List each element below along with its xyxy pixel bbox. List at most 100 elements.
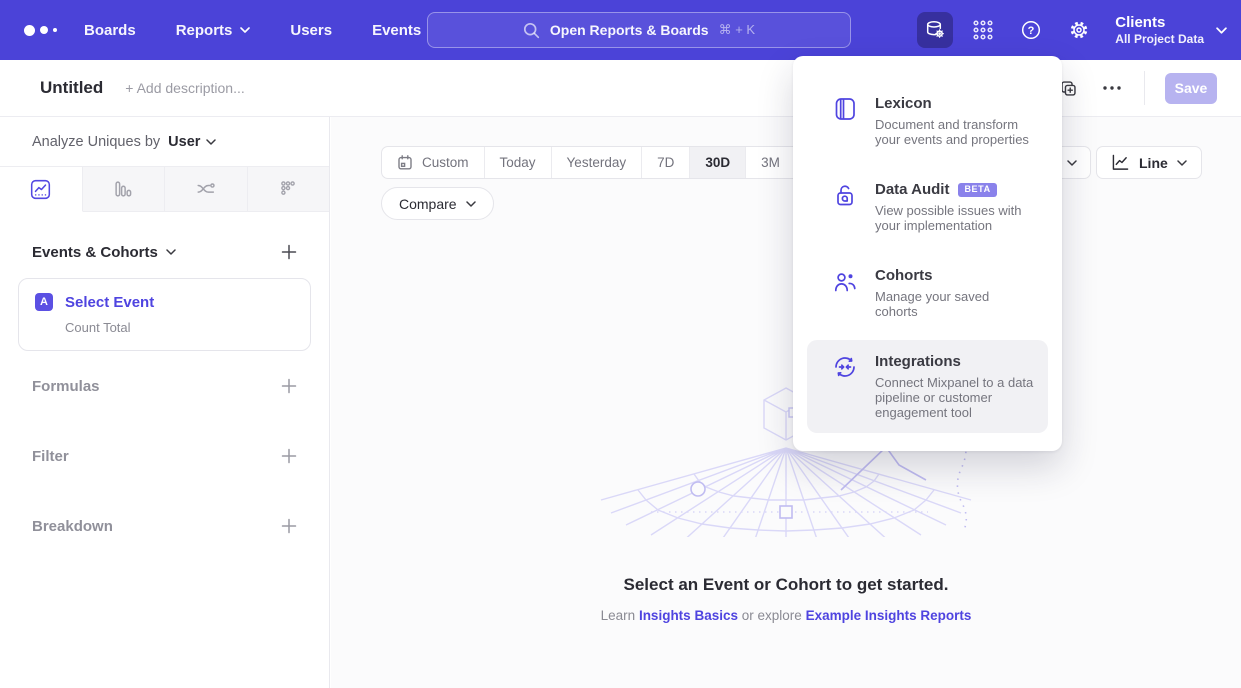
analyze-value: User bbox=[168, 134, 200, 150]
dots-pyramid-icon bbox=[277, 178, 299, 200]
tab-line-chart[interactable] bbox=[0, 167, 83, 212]
data-management-menu: Lexicon Document and transform your even… bbox=[793, 56, 1062, 451]
breakdown-label: Breakdown bbox=[32, 518, 113, 535]
search-shortcut: ⌘ + K bbox=[719, 22, 756, 38]
tab-bar-chart[interactable] bbox=[83, 167, 166, 212]
line-chart-icon bbox=[29, 178, 52, 201]
grid-dots-icon bbox=[971, 18, 995, 42]
add-event-button[interactable] bbox=[279, 242, 299, 262]
menu-item-lexicon[interactable]: Lexicon Document and transform your even… bbox=[807, 82, 1048, 160]
range-custom[interactable]: Custom bbox=[382, 147, 485, 178]
bar-chart-icon bbox=[112, 178, 134, 200]
navbar-right: ? Clients All Project Data bbox=[905, 12, 1227, 48]
filter-label: Filter bbox=[32, 448, 69, 465]
chevron-down-icon bbox=[240, 27, 250, 33]
event-card[interactable]: A Select Event Count Total bbox=[18, 278, 311, 351]
nav-item-users[interactable]: Users bbox=[290, 22, 332, 39]
top-navbar: Boards Reports Users Events Open Reports… bbox=[0, 0, 1241, 60]
events-cohorts-header: Events & Cohorts bbox=[32, 242, 299, 262]
chevron-down-icon bbox=[206, 139, 216, 145]
tab-flow-chart[interactable] bbox=[165, 167, 248, 212]
select-event-label[interactable]: Select Event bbox=[65, 294, 154, 311]
flow-sankey-icon bbox=[195, 178, 217, 200]
menu-item-title: Lexicon bbox=[875, 95, 932, 112]
add-formula-button[interactable] bbox=[279, 376, 299, 396]
project-name: Clients bbox=[1115, 14, 1204, 32]
event-badge: A bbox=[35, 293, 53, 311]
menu-item-data-audit[interactable]: Data Audit BETA View possible issues wit… bbox=[807, 168, 1048, 246]
formulas-label: Formulas bbox=[32, 378, 100, 395]
more-options-button[interactable] bbox=[1100, 76, 1124, 100]
range-30d[interactable]: 30D bbox=[690, 147, 746, 178]
empty-state-title: Select an Event or Cohort to get started… bbox=[331, 575, 1241, 595]
report-description-placeholder[interactable]: + Add description... bbox=[125, 80, 244, 96]
save-button[interactable]: Save bbox=[1165, 73, 1217, 104]
event-metric[interactable]: Count Total bbox=[65, 320, 294, 335]
header-divider bbox=[1144, 71, 1145, 105]
nav-item-boards[interactable]: Boards bbox=[84, 22, 136, 39]
range-yesterday[interactable]: Yesterday bbox=[552, 147, 643, 178]
apps-grid-button[interactable] bbox=[965, 12, 1001, 48]
gear-icon bbox=[1067, 18, 1091, 42]
breakdown-section[interactable]: Breakdown bbox=[32, 491, 299, 561]
nav-item-events[interactable]: Events bbox=[372, 22, 421, 39]
ellipsis-icon bbox=[1103, 86, 1121, 90]
compare-button[interactable]: Compare bbox=[381, 187, 494, 220]
menu-item-description: Manage your saved cohorts bbox=[875, 289, 1034, 319]
plus-icon bbox=[281, 518, 297, 534]
data-management-button[interactable] bbox=[917, 12, 953, 48]
project-switcher[interactable]: Clients All Project Data bbox=[1115, 14, 1227, 47]
range-7d[interactable]: 7D bbox=[642, 147, 690, 178]
empty-state-subtitle: Learn Insights Basics or explore Example… bbox=[331, 608, 1241, 623]
nav-item-reports[interactable]: Reports bbox=[176, 22, 251, 39]
chevron-down-icon bbox=[1067, 160, 1077, 166]
plus-icon bbox=[281, 378, 297, 394]
add-filter-button[interactable] bbox=[279, 446, 299, 466]
search-placeholder: Open Reports & Boards bbox=[550, 22, 709, 38]
report-actions: Save bbox=[1056, 60, 1217, 116]
add-breakdown-button[interactable] bbox=[279, 516, 299, 536]
chevron-down-icon bbox=[466, 201, 476, 207]
visualization-tabs bbox=[0, 166, 329, 212]
menu-item-integrations[interactable]: Integrations Connect Mixpanel to a data … bbox=[807, 340, 1048, 433]
plus-icon bbox=[281, 448, 297, 464]
global-search[interactable]: Open Reports & Boards ⌘ + K bbox=[427, 12, 851, 48]
people-icon bbox=[832, 268, 858, 294]
mixpanel-logo[interactable] bbox=[24, 20, 64, 40]
help-icon: ? bbox=[1019, 18, 1043, 42]
insights-basics-link[interactable]: Insights Basics bbox=[639, 608, 738, 623]
range-3m[interactable]: 3M bbox=[746, 147, 796, 178]
chevron-down-icon bbox=[1177, 160, 1187, 166]
svg-text:?: ? bbox=[1028, 25, 1035, 37]
settings-button[interactable] bbox=[1061, 12, 1097, 48]
help-button[interactable]: ? bbox=[1013, 12, 1049, 48]
menu-item-description: Connect Mixpanel to a data pipeline or c… bbox=[875, 375, 1034, 420]
menu-item-cohorts[interactable]: Cohorts Manage your saved cohorts bbox=[807, 254, 1048, 332]
range-today[interactable]: Today bbox=[485, 147, 552, 178]
report-title[interactable]: Untitled bbox=[40, 78, 103, 98]
menu-item-title: Integrations bbox=[875, 353, 961, 370]
example-reports-link[interactable]: Example Insights Reports bbox=[806, 608, 972, 623]
calendar-icon bbox=[397, 154, 413, 171]
report-canvas: Custom Today Yesterday 7D 30D 3M 6M Comp… bbox=[331, 117, 1241, 688]
lexicon-book-icon bbox=[832, 96, 858, 122]
formulas-section[interactable]: Formulas bbox=[32, 351, 299, 421]
query-builder-sidebar: Analyze Uniques by User bbox=[0, 117, 330, 688]
line-chart-icon bbox=[1111, 154, 1130, 171]
menu-item-title: Data Audit bbox=[875, 181, 949, 198]
menu-item-title: Cohorts bbox=[875, 267, 933, 284]
empty-state: Select an Event or Cohort to get started… bbox=[331, 385, 1241, 623]
events-cohorts-toggle[interactable]: Events & Cohorts bbox=[32, 244, 176, 261]
padlock-icon bbox=[832, 182, 858, 208]
primary-nav: Boards Reports Users Events bbox=[84, 22, 421, 39]
sync-arrows-icon bbox=[832, 354, 858, 380]
analyze-uniques-selector[interactable]: Analyze Uniques by User bbox=[0, 117, 329, 166]
menu-item-description: View possible issues with your implement… bbox=[875, 203, 1034, 233]
chart-type-button[interactable]: Line bbox=[1096, 146, 1202, 179]
filter-section[interactable]: Filter bbox=[32, 421, 299, 491]
analyze-prefix: Analyze Uniques by bbox=[32, 134, 160, 150]
tab-metrics-grid[interactable] bbox=[248, 167, 330, 212]
chevron-down-icon bbox=[1216, 27, 1227, 34]
project-scope: All Project Data bbox=[1115, 32, 1204, 47]
search-icon bbox=[523, 22, 540, 39]
